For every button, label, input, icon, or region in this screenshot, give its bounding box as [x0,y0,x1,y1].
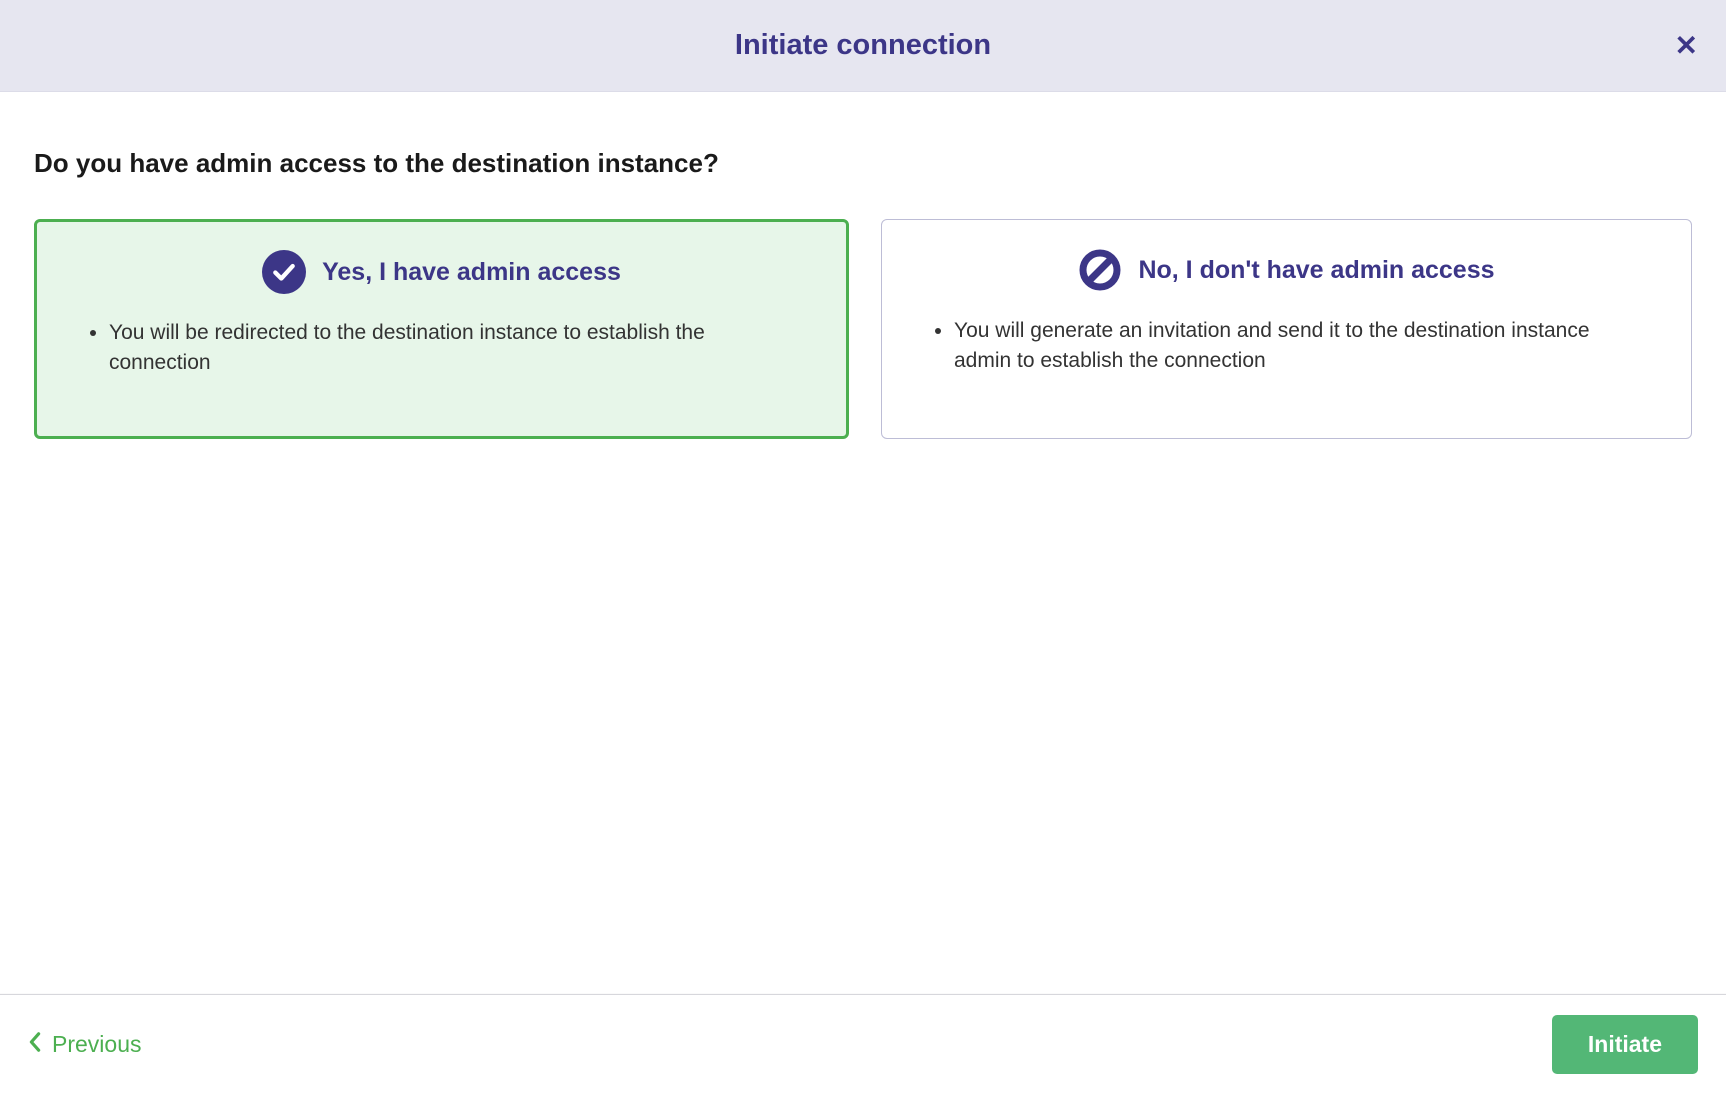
option-yes-bullets: You will be redirected to the destinatio… [73,318,810,379]
admin-access-question: Do you have admin access to the destinat… [34,148,1692,179]
option-no-admin[interactable]: No, I don't have admin access You will g… [881,219,1692,439]
card-head: No, I don't have admin access [918,248,1655,292]
option-yes-admin[interactable]: Yes, I have admin access You will be red… [34,219,849,439]
option-no-bullets: You will generate an invitation and send… [918,316,1655,377]
previous-button[interactable]: Previous [28,1031,141,1058]
option-cards: Yes, I have admin access You will be red… [34,219,1692,439]
modal-footer: Previous Initiate [0,994,1726,1098]
close-button[interactable]: ✕ [1675,32,1698,60]
initiate-button[interactable]: Initiate [1552,1015,1698,1074]
chevron-left-icon [28,1031,42,1058]
option-yes-title: Yes, I have admin access [322,258,621,287]
check-circle-icon [262,250,306,294]
option-yes-bullet: You will be redirected to the destinatio… [109,318,810,379]
initiate-label: Initiate [1588,1031,1662,1057]
modal-container: Initiate connection ✕ Do you have admin … [0,0,1726,1098]
modal-header: Initiate connection ✕ [0,0,1726,92]
option-no-title: No, I don't have admin access [1138,256,1494,285]
modal-body: Do you have admin access to the destinat… [0,92,1726,994]
close-icon: ✕ [1675,30,1698,61]
previous-label: Previous [52,1031,141,1058]
modal-title: Initiate connection [735,29,991,62]
card-head: Yes, I have admin access [73,250,810,294]
no-entry-icon [1078,248,1122,292]
option-no-bullet: You will generate an invitation and send… [954,316,1655,377]
